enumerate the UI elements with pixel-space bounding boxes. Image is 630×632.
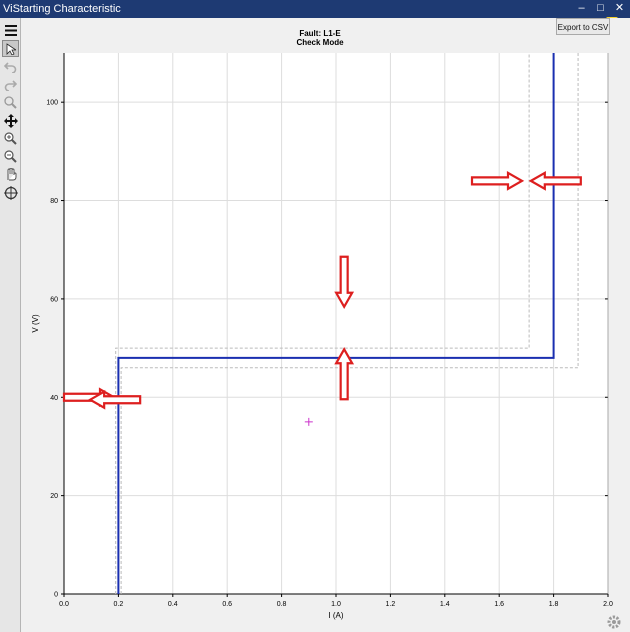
x-tick-label: 0.0	[59, 601, 69, 608]
x-tick-label: 1.8	[549, 601, 559, 608]
y-tick-label: 60	[50, 296, 58, 303]
y-tick-label: 40	[50, 395, 58, 402]
y-tick-label: 0	[54, 592, 58, 599]
x-tick-label: 1.2	[386, 601, 396, 608]
x-axis-label: I (A)	[328, 611, 343, 620]
x-tick-label: 0.2	[114, 601, 124, 608]
x-tick-label: 0.4	[168, 601, 178, 608]
x-tick-label: 1.0	[331, 601, 341, 608]
y-tick-label: 100	[46, 100, 58, 107]
x-tick-label: 1.4	[440, 601, 450, 608]
settings-icon[interactable]	[606, 614, 622, 630]
x-tick-label: 0.6	[222, 601, 232, 608]
y-tick-label: 80	[50, 198, 58, 205]
x-tick-label: 2.0	[603, 601, 613, 608]
x-tick-label: 1.6	[494, 601, 504, 608]
y-axis-label: V (V)	[31, 314, 40, 333]
x-tick-label: 0.8	[277, 601, 287, 608]
y-tick-label: 20	[50, 493, 58, 500]
chart-plot[interactable]: 0.0 0.2 0.4 0.6 0.8 1.0 1.2 1.4 1.6 1.8 2.0 0 20 40 60…	[0, 0, 630, 632]
